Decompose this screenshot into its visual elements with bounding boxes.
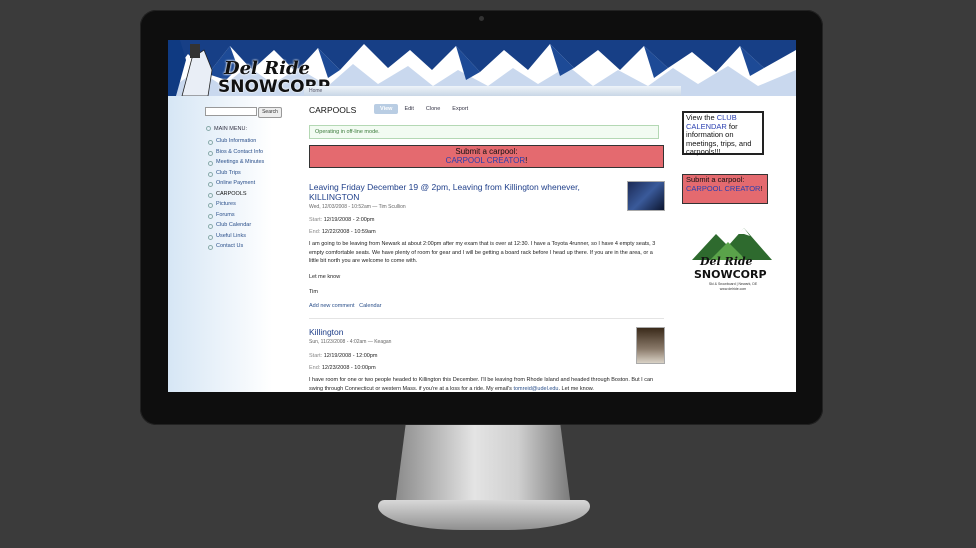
sidebar-item-label: Pictures: [216, 201, 236, 207]
logo-script-text: Del Ride: [224, 58, 311, 79]
post-body-text: . Let me know.: [558, 385, 594, 392]
bullet-icon: [208, 140, 213, 145]
club-logo: Del Ride SNOWCORP Ski & Snowboard | Newa…: [688, 222, 774, 308]
sidebar-item-pictures[interactable]: Pictures: [208, 199, 264, 210]
sidebar-item-club-trips[interactable]: Club Trips: [208, 168, 264, 179]
post-end: End: 12/22/2008 - 10:59am: [309, 229, 376, 235]
page-title: CARPOOLS: [309, 105, 357, 115]
bullet-icon: [208, 245, 213, 250]
end-value: 12/22/2008 - 10:59am: [321, 229, 376, 235]
end-label: End:: [309, 365, 321, 371]
post-body-text: I have room for one or two people headed…: [309, 377, 654, 392]
post-meta: Wed, 12/03/2008 - 10:52am — Tim Scullion: [309, 204, 406, 210]
sidebar-item-label: Bios & Contact Info: [216, 148, 264, 155]
post-body-line: Let me know: [309, 274, 341, 280]
sidebar: Search MAIN MENU: Club Information Bios …: [168, 96, 298, 392]
bullet-icon: [208, 224, 213, 229]
bullet-icon: [208, 150, 213, 156]
end-label: End:: [309, 229, 321, 235]
monitor-stand-base: [378, 500, 590, 530]
submit-carpool-box: Submit a carpool: CARPOOL CREATOR!: [309, 145, 664, 168]
add-comment-link[interactable]: Add new comment: [309, 303, 355, 309]
submit-carpool-exclaim: !: [525, 156, 528, 165]
logo-url-text: www.delride.com: [719, 286, 747, 291]
camera-dot: [479, 16, 484, 21]
start-value: 12/19/2008 - 2:00pm: [323, 217, 375, 223]
club-calendar-box: View the CLUB CALENDAR for information o…: [682, 111, 764, 156]
monitor-stand: [395, 425, 571, 507]
sidebar-item-carpools[interactable]: CARPOOLS: [208, 189, 264, 200]
post-end: End: 12/23/2008 - 10:00pm: [309, 365, 376, 371]
main-menu: Club Information Bios & Contact Info Mee…: [208, 136, 265, 252]
sidebar-item-label: Club Information: [216, 138, 257, 144]
main-menu-heading-label: MAIN MENU:: [214, 126, 247, 132]
bullet-icon: [206, 126, 211, 132]
submit-carpool-heading: Submit a carpool:: [455, 147, 518, 156]
bullet-icon: [208, 171, 213, 177]
breadcrumb: Home: [304, 86, 681, 96]
tab-edit[interactable]: Edit: [398, 104, 419, 114]
search-input[interactable]: [205, 107, 257, 116]
bullet-icon: [208, 213, 213, 219]
node-tabs: View Edit Clone Export: [374, 104, 474, 114]
post-thumbnail: [627, 181, 665, 211]
carpool-creator-link[interactable]: CARPOOL CREATOR: [446, 156, 525, 165]
breadcrumb-home-link[interactable]: Home: [309, 88, 322, 94]
sidebar-item-useful-links[interactable]: Useful Links: [208, 231, 264, 242]
post-start: Start: 12/19/2008 - 2:00pm: [309, 217, 374, 223]
tab-view[interactable]: View: [374, 104, 399, 114]
logo-tagline: Ski & Snowboard | Newark, DE www.delride…: [698, 282, 768, 291]
sidebar-item-club-calendar[interactable]: Club Calendar: [208, 220, 264, 231]
start-value: 12/19/2008 - 12:00pm: [323, 353, 378, 359]
sidebar-item-forums[interactable]: Forums: [208, 210, 264, 221]
status-message: Operating in off-line mode.: [309, 125, 659, 139]
logo-script-text: Del Ride: [700, 255, 753, 268]
tab-clone[interactable]: Clone: [420, 104, 446, 114]
submit-carpool-exclaim: !: [760, 183, 763, 193]
submit-carpool-box: Submit a carpool: CARPOOL CREATOR!: [682, 174, 768, 204]
main-content: CARPOOLS View Edit Clone Export Operatin…: [298, 96, 676, 392]
right-sidebar: View the CLUB CALENDAR for information o…: [676, 96, 796, 392]
post-body: I have room for one or two people headed…: [309, 376, 664, 392]
email-link[interactable]: tomreid@udel.edu: [513, 386, 558, 392]
post-thumbnail: [636, 327, 665, 364]
start-label: Start:: [309, 353, 323, 359]
logo-block-text: SNOWCORP: [694, 268, 767, 281]
sidebar-item-label: Contact Us: [216, 243, 244, 249]
post-divider: [309, 318, 664, 319]
sidebar-item-label: Club Trips: [216, 169, 241, 176]
sidebar-item-online-payment[interactable]: Online Payment: [208, 178, 264, 189]
bullet-icon: [208, 161, 213, 166]
sidebar-item-meetings[interactable]: Meetings & Minutes: [208, 157, 265, 168]
sidebar-item-club-information[interactable]: Club Information: [208, 136, 264, 147]
post-body: I am going to be leaving from Newark at …: [309, 241, 656, 264]
website-screen: Del Ride SNOWCORP Home Search MAIN MENU:…: [168, 40, 796, 392]
tab-export[interactable]: Export: [446, 104, 474, 114]
post-title[interactable]: Killington: [309, 327, 344, 337]
post-signature: Tim: [309, 289, 318, 295]
end-value: 12/23/2008 - 10:00pm: [321, 365, 376, 371]
start-label: Start:: [309, 217, 323, 223]
post-start: Start: 12/19/2008 - 12:00pm: [309, 353, 378, 359]
bullet-icon: [208, 203, 213, 208]
sidebar-item-label: Forums: [216, 211, 235, 218]
bullet-icon: [208, 192, 213, 198]
search-button[interactable]: Search: [258, 107, 282, 118]
bullet-icon: [208, 234, 213, 240]
post-links: Add new comment Calendar: [309, 303, 381, 309]
post-meta: Sun, 11/23/2008 - 4:02am — Keagan: [309, 339, 392, 345]
main-menu-heading: MAIN MENU:: [206, 126, 247, 132]
calendar-link[interactable]: Calendar: [359, 303, 381, 309]
sidebar-item-label: Useful Links: [216, 232, 246, 239]
sidebar-item-label: Online Payment: [216, 180, 256, 186]
sidebar-item-bios-contact[interactable]: Bios & Contact Info: [208, 147, 264, 158]
sidebar-item-label: Club Calendar: [216, 222, 252, 228]
bullet-icon: [208, 182, 213, 187]
sidebar-item-contact-us[interactable]: Contact Us: [208, 241, 264, 252]
carpool-creator-link[interactable]: CARPOOL CREATOR: [686, 184, 760, 193]
sidebar-item-label: CARPOOLS: [216, 190, 247, 197]
sidebar-item-label: Meetings & Minutes: [216, 159, 265, 165]
post-title[interactable]: Leaving Friday December 19 @ 2pm, Leavin…: [309, 182, 609, 202]
